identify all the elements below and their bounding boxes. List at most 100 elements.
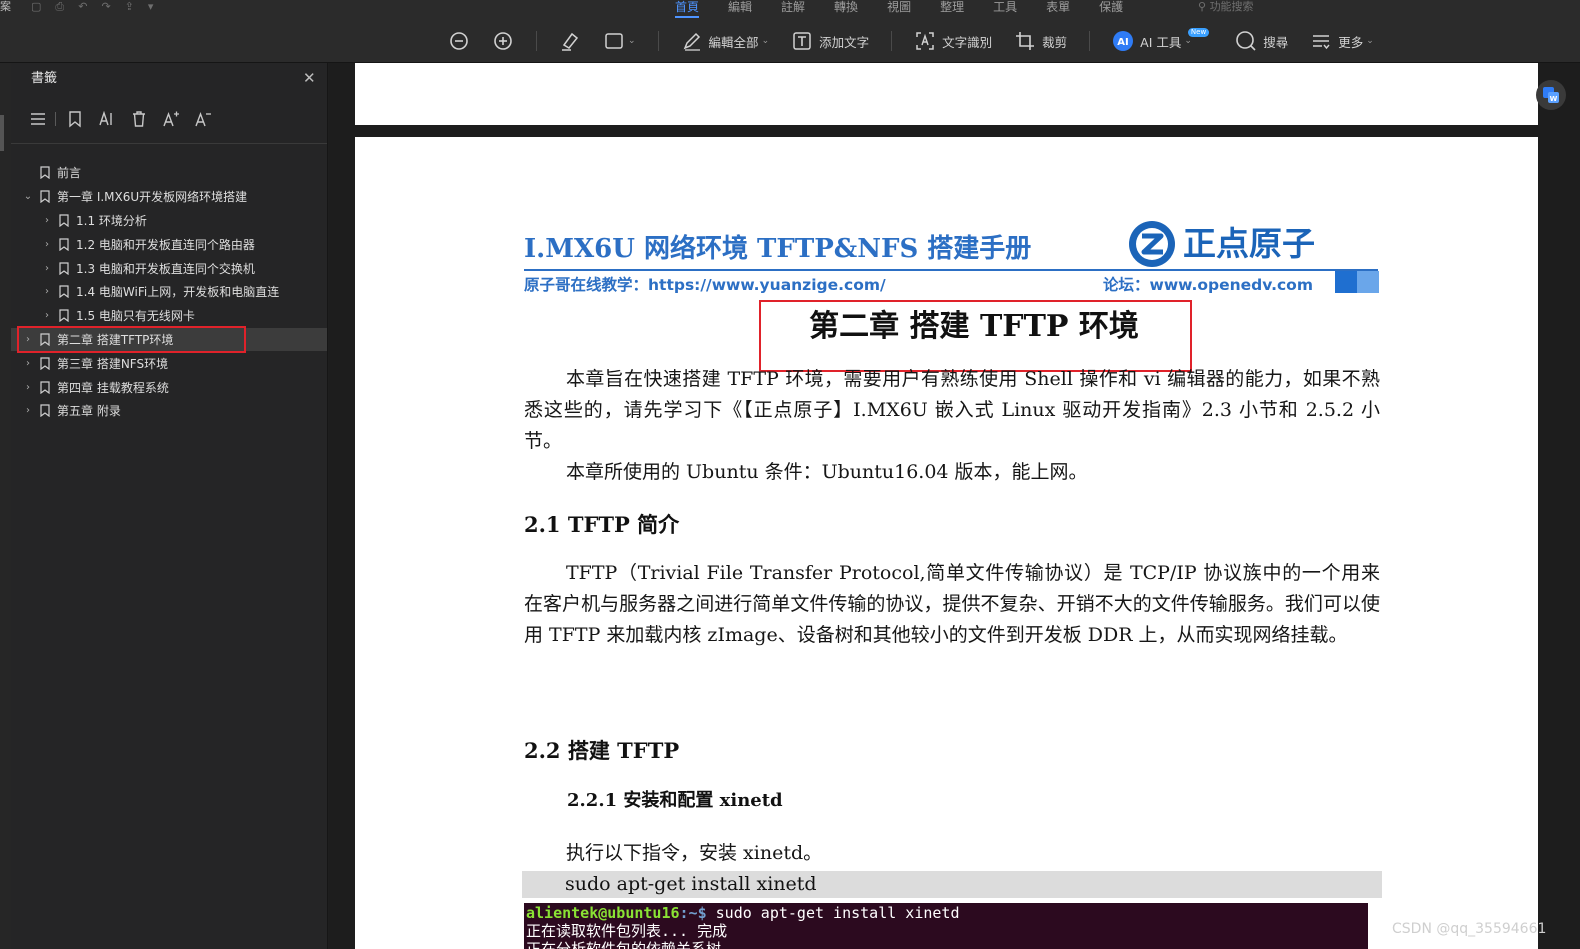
chevron-right-icon[interactable]: › bbox=[21, 358, 35, 369]
new-badge: New bbox=[1187, 27, 1210, 37]
chevron-down-icon: ⌄ bbox=[1184, 36, 1192, 46]
tab-home[interactable]: 首頁 bbox=[675, 0, 700, 18]
add-text-button[interactable]: 添加文字 bbox=[791, 28, 869, 54]
shape-button[interactable]: ⌄ bbox=[603, 28, 636, 54]
tab-protect[interactable]: 保護 bbox=[1099, 0, 1123, 18]
chevron-down-icon: ⌄ bbox=[761, 36, 770, 46]
header-website: 原子哥在线教学：https://www.yuanzige.com/ bbox=[524, 276, 886, 294]
quick-access-bar: 案 ▢ ⎙ ↶ ↷ ⇪ ▾ bbox=[0, 0, 167, 14]
chevron-down-icon: ⌄ bbox=[628, 36, 636, 46]
redo-icon[interactable]: ↷ bbox=[101, 1, 110, 13]
chevron-right-icon[interactable]: › bbox=[40, 263, 54, 274]
bookmark-label: 第三章 搭建NFS环境 bbox=[57, 356, 169, 371]
toolbar-separator bbox=[1089, 31, 1091, 51]
bookmark-item[interactable]: › 1.2 电脑和开发板直连同个路由器 bbox=[11, 232, 327, 256]
bookmark-item-selected[interactable]: › 第二章 搭建TFTP环境 bbox=[11, 327, 327, 352]
chevron-right-icon[interactable]: › bbox=[21, 382, 35, 393]
ocr-label: 文字識別 bbox=[942, 34, 993, 50]
bookmark-item[interactable]: › 1.5 电脑只有无线网卡 bbox=[11, 304, 327, 328]
ribbon-tools: ⌄ 編輯全部 ⌄ 添加文字 文字識別 裁剪 AI AI 工具 ⌄ New 搜尋 … bbox=[448, 27, 1396, 54]
bookmark-icon bbox=[57, 213, 71, 227]
print-icon[interactable]: ⎙ bbox=[55, 1, 64, 13]
chevron-right-icon[interactable]: › bbox=[40, 239, 54, 250]
feature-search[interactable]: ⚲ 功能搜索 bbox=[1198, 0, 1254, 13]
edit-all-button[interactable]: 編輯全部 ⌄ bbox=[681, 28, 770, 54]
delete-bookmark-icon[interactable] bbox=[128, 108, 150, 130]
bookmark-label: 第二章 搭建TFTP环境 bbox=[57, 332, 174, 347]
bookmark-icon bbox=[38, 404, 52, 418]
expand-collapse-icon[interactable] bbox=[27, 108, 49, 130]
left-nav-strip bbox=[0, 63, 11, 949]
chevron-right-icon[interactable]: › bbox=[21, 334, 35, 345]
tab-edit[interactable]: 編輯 bbox=[728, 0, 752, 18]
bookmark-label: 第一章 I.MX6U开发板网络环境搭建 bbox=[57, 190, 248, 205]
bookmark-icon bbox=[38, 356, 52, 370]
increase-font-icon[interactable] bbox=[160, 108, 182, 130]
bookmark-icon bbox=[38, 332, 52, 346]
section-heading-2-2-1: 2.2.1 安装和配置 xinetd bbox=[567, 790, 783, 811]
document-page: I.MX6U 网络环境 TFTP&NFS 搭建手册 正点原子 原子哥在线教学：h… bbox=[355, 137, 1538, 949]
bookmark-item[interactable]: ⌄ 第一章 I.MX6U开发板网络环境搭建 bbox=[11, 185, 327, 209]
rename-bookmark-icon[interactable] bbox=[96, 108, 118, 130]
terminal-path: :~$ bbox=[679, 904, 707, 922]
highlight-button[interactable] bbox=[559, 28, 581, 54]
zoom-out-icon bbox=[448, 30, 470, 52]
tab-tools[interactable]: 工具 bbox=[993, 0, 1017, 18]
more-label: 更多 bbox=[1338, 34, 1364, 50]
dropdown-arrow-icon[interactable]: ▾ bbox=[148, 1, 154, 13]
chevron-down-icon: ⌄ bbox=[1366, 36, 1374, 46]
bookmark-item[interactable]: › 第三章 搭建NFS环境 bbox=[11, 351, 327, 375]
ocr-button[interactable]: 文字識別 bbox=[914, 28, 992, 54]
share-icon[interactable]: ⇪ bbox=[125, 1, 134, 13]
bookmark-label: 第五章 附录 bbox=[57, 404, 121, 419]
chapter-title: 第二章 搭建 TFTP 环境 bbox=[809, 309, 1139, 344]
chevron-right-icon[interactable]: › bbox=[40, 310, 54, 321]
chevron-down-icon[interactable]: ⌄ bbox=[21, 191, 35, 202]
tab-view[interactable]: 視圖 bbox=[887, 0, 911, 18]
decrease-font-icon[interactable] bbox=[192, 108, 214, 130]
bookmark-label: 1.2 电脑和开发板直连同个路由器 bbox=[76, 237, 255, 252]
lightbulb-icon: ⚲ bbox=[1198, 0, 1207, 13]
chevron-right-icon[interactable]: › bbox=[40, 215, 54, 226]
bookmark-item[interactable]: › 1.3 电脑和开发板直连同个交换机 bbox=[11, 256, 327, 280]
bookmark-item[interactable]: › 第五章 附录 bbox=[11, 399, 327, 423]
chevron-right-icon[interactable]: › bbox=[40, 286, 54, 297]
bookmark-item[interactable]: › 1.4 电脑WiFi上网，开发板和电脑直连 bbox=[11, 280, 327, 304]
svg-text:W: W bbox=[1550, 95, 1558, 103]
translate-icon: W bbox=[1543, 87, 1559, 103]
save-icon[interactable]: ▢ bbox=[31, 1, 41, 13]
bookmark-icon bbox=[57, 309, 71, 323]
zoom-in-button[interactable] bbox=[492, 28, 514, 54]
tab-convert[interactable]: 轉換 bbox=[834, 0, 858, 18]
ai-tools-button[interactable]: AI AI 工具 ⌄ New bbox=[1112, 27, 1213, 54]
active-panel-indicator bbox=[0, 115, 4, 151]
file-menu-label[interactable]: 案 bbox=[0, 1, 11, 13]
crop-button[interactable]: 裁剪 bbox=[1014, 28, 1067, 54]
undo-icon[interactable]: ↶ bbox=[78, 1, 87, 13]
panel-divider bbox=[11, 143, 327, 144]
alientek-logo-icon bbox=[1129, 221, 1175, 267]
search-label: 搜尋 bbox=[1263, 34, 1289, 50]
zoom-out-button[interactable] bbox=[448, 28, 470, 54]
bookmark-item[interactable]: › 第四章 挂载教程系统 bbox=[11, 375, 327, 399]
bookmark-item[interactable]: 前言 bbox=[11, 161, 327, 185]
bookmark-tree: 前言 ⌄ 第一章 I.MX6U开发板网络环境搭建 › 1.1 环境分析 › 1.… bbox=[11, 161, 327, 423]
tab-organize[interactable]: 整理 bbox=[940, 0, 964, 18]
bookmark-panel: 書籤 ✕ 前言 ⌄ 第一章 I.MX6U开发板网络环境搭建 › 1.1 环境分析… bbox=[11, 63, 328, 949]
ai-icon: AI bbox=[1112, 30, 1134, 52]
more-button[interactable]: 更多 ⌄ bbox=[1310, 28, 1374, 54]
search-button[interactable]: 搜尋 bbox=[1235, 28, 1288, 54]
document-viewport[interactable]: I.MX6U 网络环境 TFTP&NFS 搭建手册 正点原子 原子哥在线教学：h… bbox=[329, 63, 1580, 949]
terminal-command: sudo apt-get install xinetd bbox=[706, 904, 960, 922]
bookmark-label: 1.5 电脑只有无线网卡 bbox=[76, 309, 195, 324]
add-bookmark-icon[interactable] bbox=[64, 108, 86, 130]
tab-annotate[interactable]: 註解 bbox=[781, 0, 805, 18]
bookmark-item[interactable]: › 1.1 环境分析 bbox=[11, 209, 327, 233]
translate-button[interactable]: W bbox=[1536, 80, 1566, 110]
tab-forms[interactable]: 表單 bbox=[1046, 0, 1070, 18]
bookmark-icon bbox=[38, 166, 52, 180]
toolbar-separator bbox=[891, 31, 893, 51]
close-icon[interactable]: ✕ bbox=[303, 70, 316, 86]
zoom-in-icon bbox=[492, 30, 514, 52]
chevron-right-icon[interactable]: › bbox=[21, 405, 35, 416]
